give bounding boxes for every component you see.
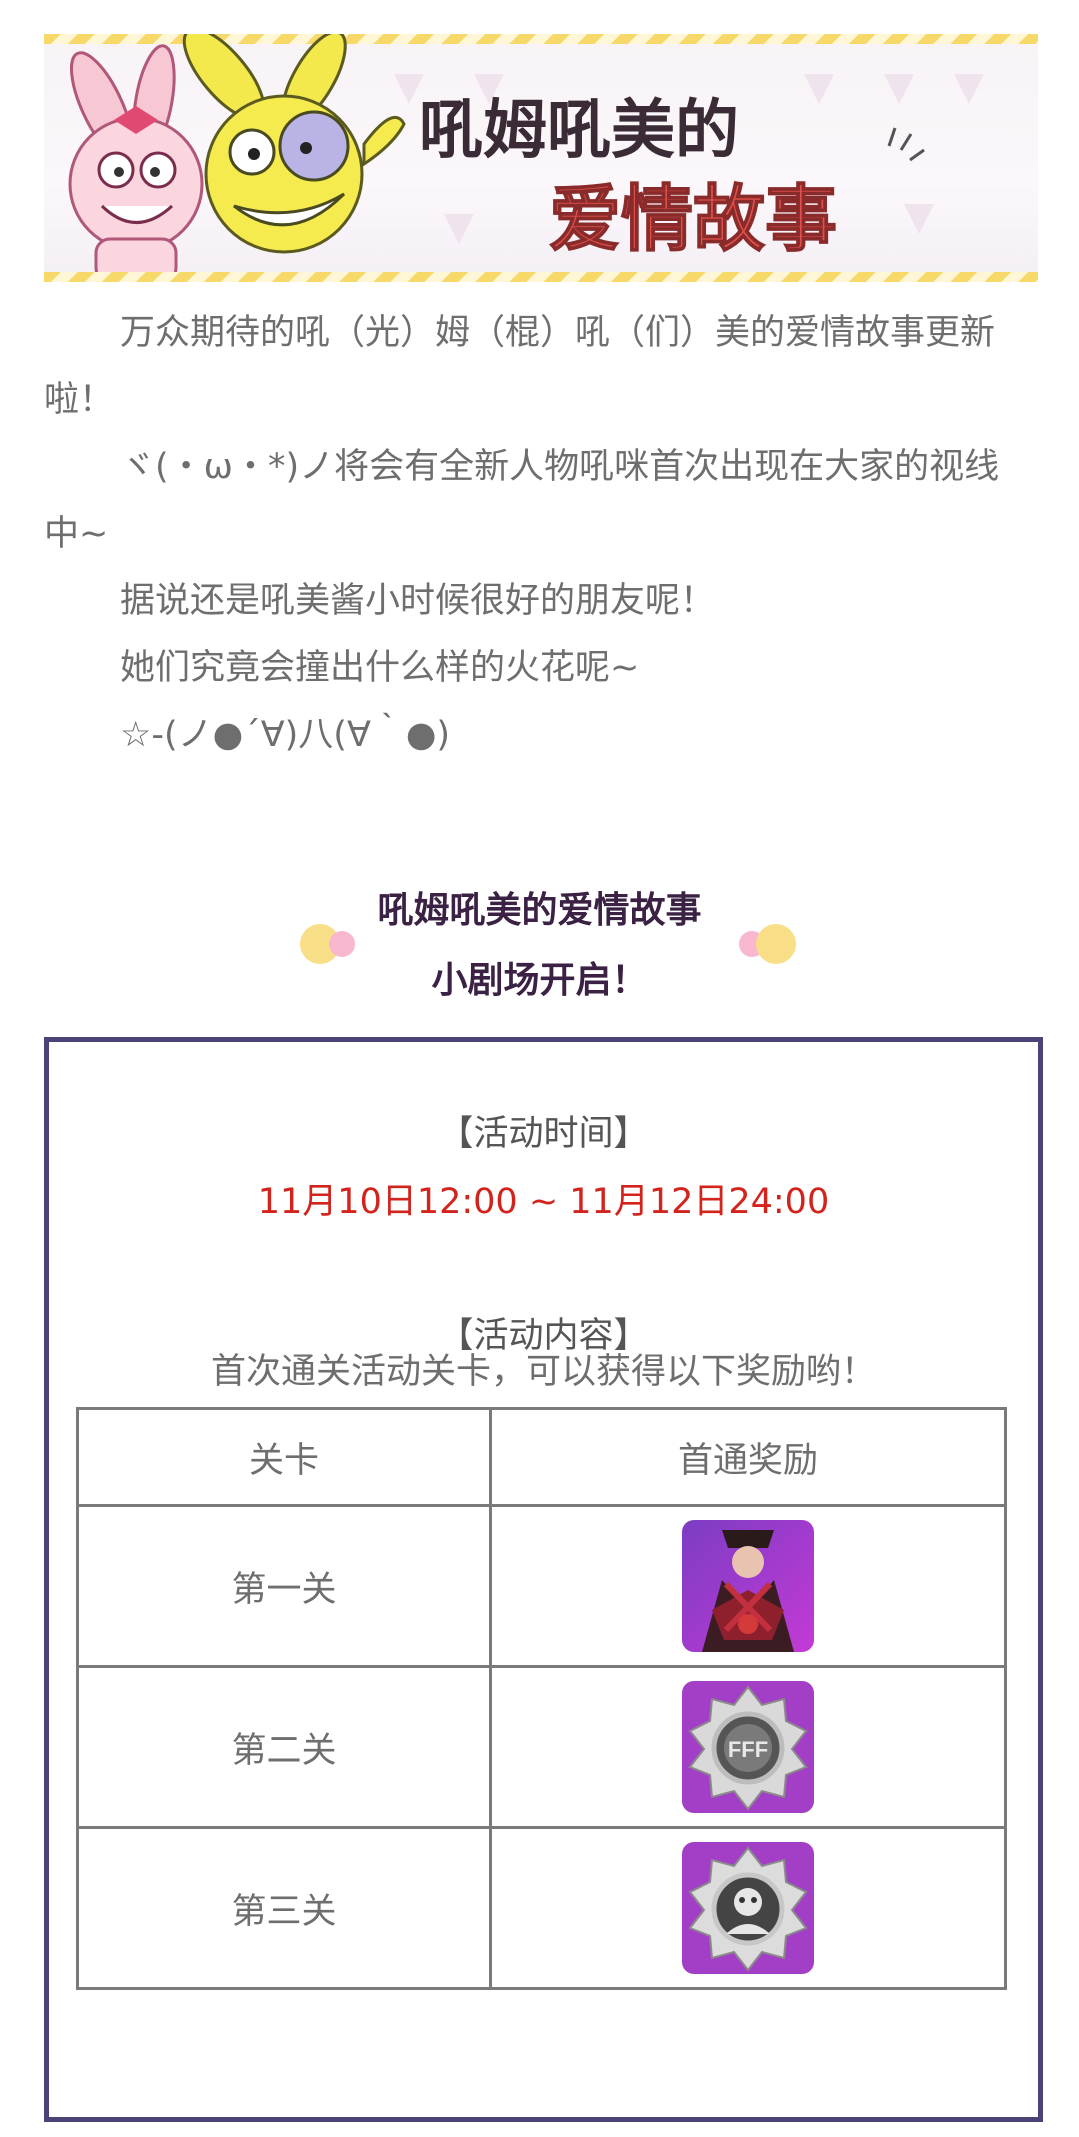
intro-line: 据说还是吼美酱小时候很好的朋友呢！ (120, 581, 716, 621)
character-avatar-icon (682, 1520, 814, 1652)
table-row: 第二关 FFF (76, 1665, 1007, 1829)
silver-badge-icon (682, 1842, 814, 1974)
reward-cell (489, 1504, 1007, 1668)
intro-line: ヾ(・ω・*)ノ将会有全新人物吼咪首次出现在大家的视线中~ (44, 447, 1000, 554)
decor-dots-icon (300, 924, 355, 964)
banner-bottom-stripe (44, 272, 1038, 282)
intro-text: 万众期待的吼（光）姆（棍）吼（们）美的爱情故事更新啦！ ヾ(・ω・*)ノ将会有全… (44, 300, 1034, 769)
silver-badge-icon: FFF (682, 1681, 814, 1813)
intro-line: 她们究竟会撞出什么样的火花呢~ (120, 648, 640, 688)
subtitle-line1: 吼姆吼美的爱情故事 (377, 890, 702, 931)
event-content-desc: 首次通关活动关卡，可以获得以下奖励哟！ (210, 1352, 876, 1392)
header-reward: 首通奖励 (489, 1407, 1007, 1507)
banner-title-line2: 爱情故事 (549, 180, 837, 260)
subtitle-line2: 小剧场开启！ (431, 960, 648, 1001)
banner-illustration: 吼姆吼美的 爱情故事 (68, 34, 984, 282)
banner-title-line1: 吼姆吼美的 (419, 94, 739, 166)
reward-table: 关卡 首通奖励 第一关 第二关 FFF 第三关 (76, 1407, 1007, 1990)
reward-cell: FFF (489, 1665, 1007, 1829)
pink-bunny-icon (68, 44, 204, 282)
svg-text:FFF: FFF (728, 1737, 768, 1762)
yellow-bunny-icon (182, 34, 406, 254)
intro-line: ☆-(ノ●´∀)八(∀｀●) (120, 715, 451, 755)
stage-name: 第二关 (76, 1665, 492, 1829)
stage-name: 第三关 (76, 1826, 492, 1990)
header-stage: 关卡 (76, 1407, 492, 1507)
event-banner: 吼姆吼美的 爱情故事 (44, 34, 1038, 282)
event-time-value: 11月10日12:00 ~ 11月12日24:00 (257, 1182, 830, 1222)
decor-dots-icon (739, 924, 796, 964)
table-header-row: 关卡 首通奖励 (76, 1407, 1007, 1507)
section-subtitle: 吼姆吼美的爱情故事 小剧场开启！ (0, 876, 1079, 1016)
table-row: 第一关 (76, 1504, 1007, 1668)
event-time-label: 【活动时间】 (438, 1114, 649, 1154)
reward-cell (489, 1826, 1007, 1990)
table-row: 第三关 (76, 1826, 1007, 1990)
event-info-box: 【活动时间】 11月10日12:00 ~ 11月12日24:00 【活动内容】 … (44, 1037, 1043, 2122)
intro-line: 万众期待的吼（光）姆（棍）吼（们）美的爱情故事更新啦！ (44, 313, 996, 420)
stage-name: 第一关 (76, 1504, 492, 1668)
